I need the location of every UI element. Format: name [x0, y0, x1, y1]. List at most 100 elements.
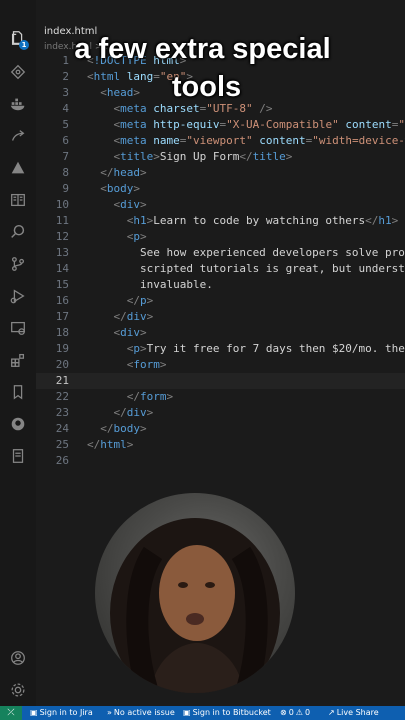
code-token: title [252, 150, 286, 163]
bitbucket-icon: ▣ [183, 708, 191, 717]
code-line[interactable]: 24 </body> [36, 421, 405, 437]
extensions-icon[interactable] [8, 350, 28, 370]
code-line[interactable]: 21 [36, 373, 405, 389]
line-number: 16 [55, 294, 69, 307]
issue-label: No active issue [113, 708, 175, 717]
presenter-photo [110, 518, 280, 693]
code-token: </ [113, 406, 127, 419]
line-number: 8 [62, 166, 69, 179]
remote-explorer-icon[interactable] [8, 318, 28, 338]
problems-button[interactable]: ⊗ 0 ⚠ 0 [280, 708, 310, 717]
github-icon[interactable] [8, 414, 28, 434]
code-line[interactable]: 14 scripted tutorials is great, but unde… [36, 261, 405, 277]
code-token: meta [120, 134, 147, 147]
warning-icon: ⚠ [295, 708, 303, 717]
book-icon[interactable] [8, 190, 28, 210]
live-share-button[interactable]: ↗ Live Share [328, 708, 379, 717]
code-line[interactable]: 20 <form> [36, 357, 405, 373]
jira-icon: ▣ [30, 708, 38, 717]
search-icon[interactable] [8, 222, 28, 242]
live-share-icon: ↗ [328, 708, 335, 717]
code-line[interactable]: 18 <div> [36, 325, 405, 341]
line-number: 26 [55, 454, 69, 467]
code-token: </ [239, 150, 253, 163]
line-number: 24 [55, 422, 69, 435]
code-text: </p> [87, 293, 154, 309]
code-line[interactable]: 19 <p>Try it free for 7 days then $20/mo… [36, 341, 405, 357]
code-text: <div> [87, 197, 147, 213]
code-token: </ [113, 310, 127, 323]
code-token: </ [100, 422, 114, 435]
settings-gear-icon[interactable] [8, 680, 28, 700]
code-text: <body> [87, 181, 140, 197]
code-line[interactable]: 11 <h1>Learn to code by watching others<… [36, 213, 405, 229]
code-line[interactable]: 23 </div> [36, 405, 405, 421]
code-line[interactable]: 6 <meta name="viewport" content="width=d… [36, 133, 405, 149]
code-text: <div> [87, 325, 147, 341]
code-token: "viewport" [186, 134, 253, 147]
code-token: h1 [378, 214, 392, 227]
code-text: </form> [87, 389, 173, 405]
code-line[interactable]: 9 <body> [36, 181, 405, 197]
code-line[interactable]: 25 </html> [36, 437, 405, 453]
code-token: p [133, 342, 140, 355]
jira-signin-button[interactable]: ▣ Sign in to Jira [30, 708, 93, 717]
caption-line-2: tools [171, 71, 242, 103]
code-line[interactable]: 17 </div> [36, 309, 405, 325]
code-line[interactable]: 8 </head> [36, 165, 405, 181]
bookmark-icon[interactable] [8, 382, 28, 402]
code-token: > [159, 358, 167, 371]
line-number: 5 [62, 118, 69, 131]
code-line[interactable]: 7 <title>Sign Up Form</title> [36, 149, 405, 165]
line-number: 20 [55, 358, 69, 371]
code-text: </body> [87, 421, 146, 437]
code-token: > [126, 438, 134, 451]
code-text: <meta http-equiv="X-UA-Compatible" conte… [87, 117, 405, 133]
code-token: </ [126, 294, 140, 307]
line-number: 22 [55, 390, 69, 403]
code-token: div [120, 198, 140, 211]
error-count: 0 [288, 708, 294, 717]
code-line[interactable]: 26 [36, 453, 405, 469]
code-line[interactable]: 10 <div> [36, 197, 405, 213]
code-token: > [133, 182, 140, 195]
code-line[interactable]: 22 </form> [36, 389, 405, 405]
issue-icon: » [107, 708, 112, 717]
code-line[interactable]: 16 </p> [36, 293, 405, 309]
active-issue-button[interactable]: » No active issue [107, 708, 175, 717]
triangle-icon[interactable] [8, 158, 28, 178]
git-branch-icon[interactable] [8, 254, 28, 274]
code-token: Learn to code by watching others [153, 214, 366, 227]
line-number: 6 [62, 134, 69, 147]
code-token: > [140, 198, 147, 211]
remote-icon[interactable] [8, 126, 28, 146]
code-line[interactable]: 13 See how experienced developers solve … [36, 245, 405, 261]
remote-indicator-button[interactable]: ⤫ [0, 706, 22, 720]
live-share-label: Live Share [336, 708, 379, 717]
code-token: > [146, 406, 154, 419]
account-icon[interactable] [8, 648, 28, 668]
code-token: > [285, 150, 293, 163]
code-token: title [120, 150, 154, 163]
code-token: http-equiv [153, 118, 220, 131]
code-line[interactable]: 12 <p> [36, 229, 405, 245]
code-token: See how experienced developers solve pro… [87, 246, 405, 259]
bitbucket-signin-button[interactable]: ▣ Sign in to Bitbucket [183, 708, 271, 717]
notebook-icon[interactable] [8, 446, 28, 466]
warning-count: 0 [304, 708, 311, 717]
code-token: > [140, 230, 147, 243]
code-line[interactable]: 5 <meta http-equiv="X-UA-Compatible" con… [36, 117, 405, 133]
code-token: div [126, 310, 147, 323]
code-line[interactable]: 15 invaluable. [36, 277, 405, 293]
code-lines[interactable]: 1 <!DOCTYPE html> 2 <html lang="en"> 3 <head… [36, 53, 405, 469]
run-debug-icon[interactable] [8, 286, 28, 306]
code-token: "IE=edge" [398, 118, 405, 131]
code-token: > [153, 150, 160, 163]
